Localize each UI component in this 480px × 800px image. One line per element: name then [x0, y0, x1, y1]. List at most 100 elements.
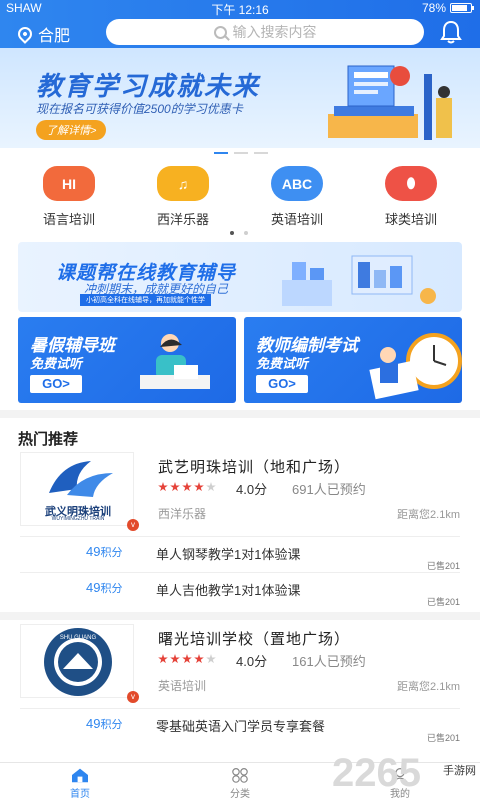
sold-count: 已售201: [426, 733, 460, 743]
search-placeholder: 输入搜索内容: [232, 24, 317, 40]
home-icon: [72, 768, 88, 783]
school-logo: SHU GUANG v: [20, 624, 139, 703]
promo-illustration: [282, 255, 436, 306]
search-icon: [213, 25, 227, 39]
tab-label: 分类: [230, 789, 250, 800]
category-dot: [244, 231, 248, 235]
banner-details-button[interactable]: 了解详情>: [36, 120, 107, 140]
hero-banner[interactable]: 教育学习成就未来 现在报名可获得价值2500的学习优惠卡 了解详情>: [0, 48, 480, 148]
tab-label: 首页: [70, 789, 90, 800]
promo-tag: 小初高全科在线辅导，再加就能个性学: [80, 294, 211, 306]
reading-person-illustration: [140, 334, 210, 389]
top-header: SHAW 下午 12:16 78% 合肥 输入搜索内容: [0, 0, 480, 48]
star-icon: [170, 482, 180, 492]
course-points: 49积分: [86, 580, 122, 596]
status-bar: SHAW 下午 12:16 78%: [0, 0, 480, 17]
course-name: 单人钢琴教学1对1体验课: [156, 547, 301, 562]
star-icon: [194, 482, 204, 492]
rating-stars: [158, 654, 216, 664]
watermark: 2265 手游网: [330, 744, 480, 800]
banner-illustration: [328, 65, 452, 140]
category-english[interactable]: ABC 英语培训: [247, 166, 347, 228]
points-unit: 积分: [100, 719, 123, 731]
section-title: 热门推荐: [18, 431, 79, 448]
battery-icon: [450, 3, 474, 13]
clock: 下午 12:16: [211, 3, 269, 17]
promo-banner[interactable]: 课题帮在线教育辅导 冲刺期末，成就更好的自己 小初高全科在线辅导，再加就能个性学: [18, 242, 462, 312]
course-item[interactable]: 49积分 零基础英语入门学员专享套餐 已售201: [20, 708, 460, 743]
course-name: 零基础英语入门学员专享套餐: [156, 719, 326, 734]
points-unit: 积分: [100, 583, 123, 595]
guitar-icon: ♫: [157, 166, 209, 201]
search-input[interactable]: 输入搜索内容: [106, 19, 424, 45]
card-subtitle: 免费试听: [256, 356, 309, 371]
category-instruments[interactable]: ♫ 西洋乐器: [133, 166, 233, 228]
course-points: 49积分: [86, 544, 122, 560]
shuguang-logo-icon: SHU GUANG: [44, 628, 112, 696]
star-empty-icon: [206, 654, 216, 664]
category-label: 英语培训: [270, 212, 323, 227]
school-category: 西洋乐器: [158, 507, 207, 521]
school-card[interactable]: 武义明珠培训 WUYIMINGZHU TRAIN v 武艺明珠培训（地和广场） …: [0, 450, 480, 610]
abc-icon: ABC: [271, 166, 323, 201]
city-label: 合肥: [38, 28, 71, 45]
sold-count: 已售201: [426, 561, 460, 571]
verified-badge-icon: v: [127, 519, 139, 531]
teacher-exam-card[interactable]: 教师编制考试 免费试听 GO>: [244, 317, 462, 403]
distance: 距离您2.1km: [397, 681, 460, 693]
football-icon: ⬮: [385, 166, 437, 201]
watermark-brand: 2265: [332, 751, 421, 795]
booked-count: 691人已预约: [292, 482, 366, 497]
course-points: 49积分: [86, 716, 122, 732]
course-item[interactable]: 49积分 单人钢琴教学1对1体验课 已售201: [20, 536, 460, 571]
star-icon: [158, 482, 168, 492]
school-name: 曙光培训学校（置地广场）: [158, 631, 351, 648]
star-icon: [194, 654, 204, 664]
course-item[interactable]: 49积分 单人吉他教学1对1体验课 已售201: [20, 572, 460, 607]
battery-percent: 78%: [421, 1, 446, 15]
summer-class-card[interactable]: 暑假辅导班 免费试听 GO>: [18, 317, 236, 403]
banner-pagination: [214, 152, 268, 154]
category-label: 语言培训: [42, 212, 95, 227]
category-grid: HI 语言培训 ♫ 西洋乐器 ABC 英语培训 ⬮ 球类培训: [0, 166, 480, 228]
rating-stars: [158, 482, 216, 492]
bell-icon[interactable]: [440, 20, 462, 44]
city-selector[interactable]: 合肥: [15, 22, 71, 46]
location-pin-icon: [15, 24, 35, 44]
verified-badge-icon: v: [127, 691, 139, 703]
booked-count: 161人已预约: [292, 654, 366, 669]
banner-subtitle: 现在报名可获得价值2500的学习优惠卡: [36, 102, 243, 116]
tab-category[interactable]: 分类: [160, 763, 320, 800]
go-button[interactable]: GO>: [30, 375, 82, 393]
category-pagination: [230, 231, 248, 235]
watermark-text: 手游网: [443, 765, 476, 777]
points-unit: 积分: [100, 547, 123, 559]
star-icon: [170, 654, 180, 664]
go-button[interactable]: GO>: [256, 375, 308, 393]
distance: 距离您2.1km: [397, 509, 460, 521]
sold-count: 已售201: [426, 597, 460, 607]
card-separator: [0, 612, 480, 620]
banner-dot: [254, 152, 268, 154]
star-icon: [182, 482, 192, 492]
points-value: 49: [86, 716, 101, 731]
star-icon: [182, 654, 192, 664]
school-logo: 武义明珠培训 WUYIMINGZHU TRAIN v: [20, 452, 139, 531]
category-label: 西洋乐器: [156, 212, 209, 227]
star-icon: [158, 654, 168, 664]
tab-home[interactable]: 首页: [0, 763, 160, 800]
category-ball[interactable]: ⬮ 球类培训: [361, 166, 461, 228]
school-category: 英语培训: [158, 679, 207, 693]
grid-icon: [232, 768, 248, 783]
section-divider: [0, 410, 480, 418]
logo-subtext: WUYIMINGZHU TRAIN: [51, 516, 105, 522]
category-dot: [230, 231, 234, 235]
star-empty-icon: [206, 482, 216, 492]
category-language[interactable]: HI 语言培训: [19, 166, 119, 228]
points-value: 49: [86, 544, 101, 559]
school-card[interactable]: SHU GUANG v 曙光培训学校（置地广场） 4.0分 161人已预约 英语…: [0, 622, 480, 752]
logo-ring-text: SHU GUANG: [60, 635, 97, 641]
category-label: 球类培训: [384, 212, 437, 227]
school-name: 武艺明珠培训（地和广场）: [158, 459, 351, 476]
banner-title: 教育学习成就未来: [36, 71, 261, 101]
